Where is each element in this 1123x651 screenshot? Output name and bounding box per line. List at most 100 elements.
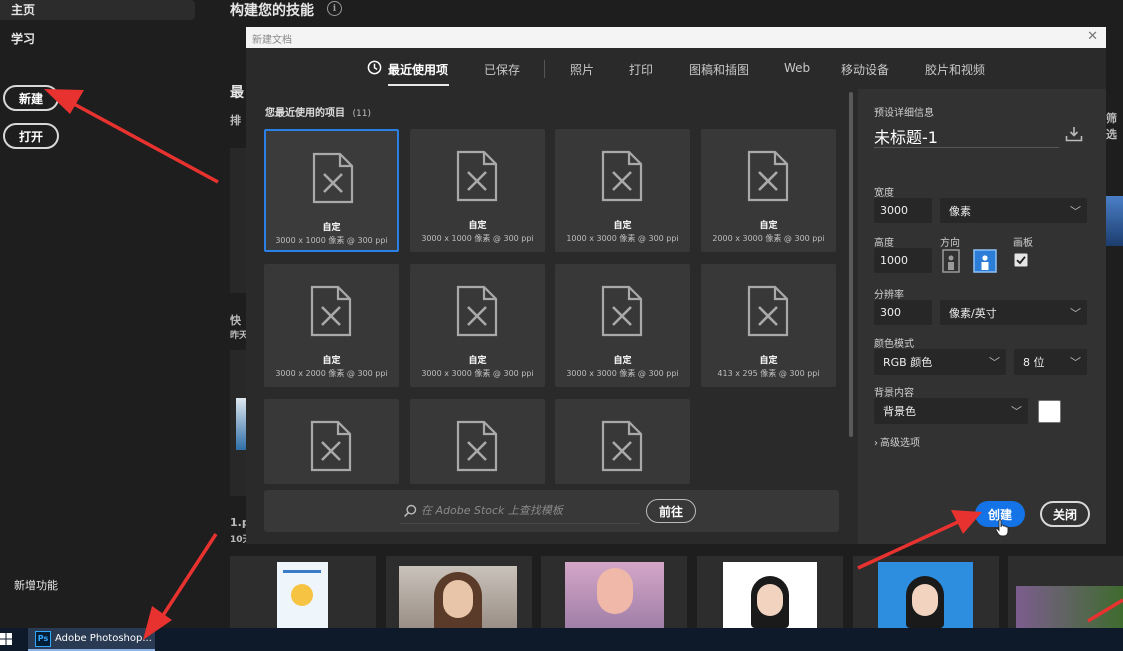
preset-card-size: 2000 x 3000 像素 @ 300 ppi	[712, 234, 825, 243]
clock-icon	[367, 60, 382, 75]
artboard-checkbox[interactable]	[1014, 253, 1028, 267]
save-preset-icon[interactable]	[1065, 126, 1083, 142]
filter-label[interactable]: 筛选	[1106, 110, 1123, 142]
file-thumbnail	[565, 562, 664, 628]
hand-cursor-icon	[995, 519, 1009, 537]
recent-file-tile[interactable]	[230, 556, 376, 628]
stock-search-input[interactable]: 在 Adobe Stock 上查找模板	[421, 502, 641, 520]
file-thumbnail	[399, 566, 517, 628]
tab-photo[interactable]: 照片	[570, 61, 594, 78]
preset-card[interactable]: 自定 413 x 295 像素 @ 300 ppi	[701, 264, 836, 387]
recent-file-tile[interactable]	[230, 148, 246, 293]
document-template-icon	[601, 420, 643, 472]
tab-web[interactable]: Web	[784, 61, 810, 75]
resolution-input[interactable]: 300	[874, 300, 932, 325]
preset-card[interactable]: 自定 2000 x 3000 像素 @ 300 ppi	[701, 129, 836, 252]
preset-card[interactable]: 自定 3000 x 2000 像素 @ 300 ppi	[264, 264, 399, 387]
recent-file-tile[interactable]	[541, 556, 687, 628]
advanced-options-label: 高级选项	[880, 438, 920, 449]
info-icon[interactable]: i	[327, 1, 342, 16]
height-input[interactable]: 1000	[874, 248, 932, 273]
tab-print[interactable]: 打印	[629, 61, 653, 78]
document-template-icon	[312, 152, 354, 204]
file-thumbnail	[236, 398, 246, 450]
file-thumbnail	[723, 562, 817, 628]
taskbar-photoshop-label: Adobe Photoshop...	[55, 633, 152, 644]
preset-panel: 您最近使用的项目 (11) 自定 3000 x 1000 像素 @ 300 ppi…	[246, 89, 856, 544]
bit-depth-select[interactable]: 8 位 ﹀	[1014, 349, 1087, 375]
preset-card[interactable]: 自定 3000 x 3000 像素 @ 300 ppi	[410, 264, 545, 387]
document-template-icon	[310, 285, 352, 337]
preset-card[interactable]: 自定 3000 x 3000 像素 @ 300 ppi	[555, 264, 690, 387]
windows-start-icon[interactable]	[0, 633, 12, 645]
preset-card-size: 3000 x 3000 像素 @ 300 ppi	[566, 369, 679, 378]
active-tab-indicator	[388, 84, 449, 86]
document-template-icon	[456, 420, 498, 472]
portrait-orientation-icon[interactable]	[941, 249, 961, 273]
search-icon	[404, 504, 417, 517]
close-button[interactable]: 关闭	[1040, 501, 1090, 527]
recent-items-label: 您最近使用的项目	[265, 108, 345, 119]
document-template-icon	[456, 285, 498, 337]
sidebar-home-label[interactable]: 主页	[11, 1, 35, 18]
tab-art-illustration[interactable]: 图稿和插图	[689, 61, 749, 78]
artboard-label: 画板	[1013, 238, 1033, 249]
quick-label: 快	[230, 314, 241, 327]
preset-card[interactable]	[410, 399, 545, 484]
chevron-down-icon: ﹀	[1011, 405, 1022, 418]
preset-card[interactable]	[555, 399, 690, 484]
search-underline	[400, 523, 640, 524]
recent-items-title: 您最近使用的项目 (11)	[265, 104, 371, 119]
recent-heading: 最	[230, 85, 244, 101]
file-thumbnail	[1016, 586, 1123, 628]
chevron-down-icon: ﹀	[1070, 204, 1081, 218]
preset-card-size: 3000 x 2000 像素 @ 300 ppi	[275, 369, 388, 378]
preset-card-label: 自定	[613, 221, 632, 231]
new-button[interactable]: 新建	[3, 85, 59, 111]
document-name-field[interactable]: 未标题-1	[874, 124, 938, 148]
sidebar-item-learn[interactable]: 学习	[11, 30, 35, 47]
recent-items-count: (11)	[352, 109, 371, 119]
tab-recent[interactable]: 最近使用项	[388, 61, 448, 78]
preset-card-label: 自定	[759, 356, 778, 366]
preset-card[interactable]: 自定 3000 x 1000 像素 @ 300 ppi	[410, 129, 545, 252]
width-label: 宽度	[874, 188, 894, 199]
advanced-options-toggle[interactable]: › 高级选项	[874, 434, 920, 449]
document-name-underline	[874, 147, 1059, 148]
background-label: 背景内容	[874, 388, 914, 399]
recent-file-tile[interactable]	[386, 556, 532, 628]
background-color-swatch[interactable]	[1038, 400, 1061, 423]
preset-tab-bar: 最近使用项 已保存 照片 打印 图稿和插图 Web 移动设备 胶片和视频	[246, 48, 1106, 89]
preset-card[interactable]: 自定 3000 x 1000 像素 @ 300 ppi	[264, 129, 399, 252]
preset-scrollbar[interactable]	[849, 92, 853, 437]
chevron-down-icon: ﹀	[1070, 356, 1081, 369]
width-input[interactable]: 3000	[874, 198, 932, 223]
goto-button[interactable]: 前往	[646, 499, 696, 523]
color-mode-select[interactable]: RGB 颜色 ﹀	[874, 349, 1006, 375]
background-select[interactable]: 背景色 ﹀	[874, 398, 1028, 424]
width-unit-select[interactable]: 像素 ﹀	[940, 198, 1087, 223]
recent-file-tile[interactable]	[697, 556, 843, 628]
preset-card[interactable]: 自定 1000 x 3000 像素 @ 300 ppi	[555, 129, 690, 252]
preset-card-label: 自定	[322, 356, 341, 366]
tab-saved[interactable]: 已保存	[484, 61, 520, 78]
preset-card[interactable]	[264, 399, 399, 484]
color-mode-label: 颜色模式	[874, 339, 914, 350]
width-unit-value: 像素	[949, 204, 971, 218]
open-button[interactable]: 打开	[3, 123, 59, 149]
document-template-icon	[747, 285, 789, 337]
landscape-orientation-icon[interactable]	[973, 249, 997, 273]
recent-file-tile[interactable]	[853, 556, 999, 628]
resolution-unit-value: 像素/英寸	[949, 306, 997, 320]
sidebar-item-new-features[interactable]: 新增功能	[14, 577, 58, 593]
recent-file-tile[interactable]	[1008, 556, 1123, 628]
tab-film-video[interactable]: 胶片和视频	[925, 61, 985, 78]
dialog-title: 新建文档	[252, 35, 292, 46]
tab-mobile[interactable]: 移动设备	[841, 61, 889, 78]
preset-card-label: 自定	[613, 356, 632, 366]
resolution-unit-select[interactable]: 像素/英寸 ﹀	[940, 300, 1087, 325]
taskbar-photoshop-item[interactable]: Ps Adobe Photoshop...	[28, 628, 155, 651]
document-template-icon	[601, 285, 643, 337]
dialog-close-icon[interactable]: ✕	[1087, 29, 1098, 44]
tab-separator	[544, 60, 545, 78]
